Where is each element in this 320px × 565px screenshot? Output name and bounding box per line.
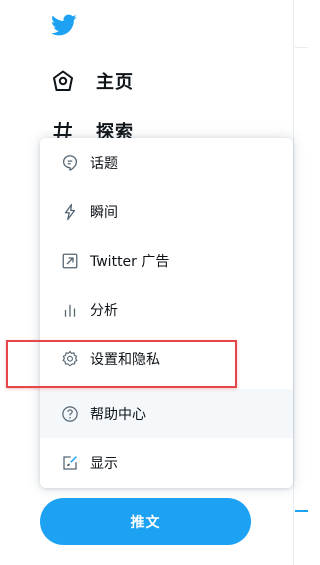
menu-item-label: 话题	[90, 155, 118, 172]
tweet-button[interactable]: 推文	[40, 498, 251, 545]
header-divider	[295, 47, 308, 48]
menu-item-topics[interactable]: 话题	[40, 138, 293, 187]
nav-item-label: 主页	[96, 72, 134, 93]
menu-item-analytics[interactable]: 分析	[40, 285, 293, 334]
display-icon	[60, 453, 80, 473]
analytics-icon	[60, 300, 80, 320]
twitter-logo-icon[interactable]	[50, 12, 78, 38]
menu-item-help-center[interactable]: 帮助中心	[40, 389, 293, 438]
moments-icon	[60, 202, 80, 222]
more-menu: 话题 瞬间 Twitter 广告 分析 设置和隐私 帮助中心 显示	[40, 138, 293, 488]
menu-item-label: Twitter 广告	[90, 253, 170, 270]
tab-indicator	[295, 510, 308, 512]
menu-item-moments[interactable]: 瞬间	[40, 187, 293, 236]
menu-item-label: 显示	[90, 455, 118, 472]
annotation-highlight-box	[6, 340, 237, 388]
timeline-border	[293, 0, 294, 565]
ads-icon	[60, 251, 80, 271]
nav-item-home[interactable]: 主页	[50, 66, 134, 96]
menu-item-label: 帮助中心	[90, 406, 146, 423]
menu-item-label: 分析	[90, 302, 118, 319]
topics-icon	[60, 153, 80, 173]
menu-item-display[interactable]: 显示	[40, 438, 293, 487]
help-icon	[60, 404, 80, 424]
menu-item-twitter-ads[interactable]: Twitter 广告	[40, 236, 293, 285]
home-icon	[50, 68, 76, 94]
menu-item-label: 瞬间	[90, 204, 118, 221]
twitter-bird-icon	[51, 14, 77, 36]
